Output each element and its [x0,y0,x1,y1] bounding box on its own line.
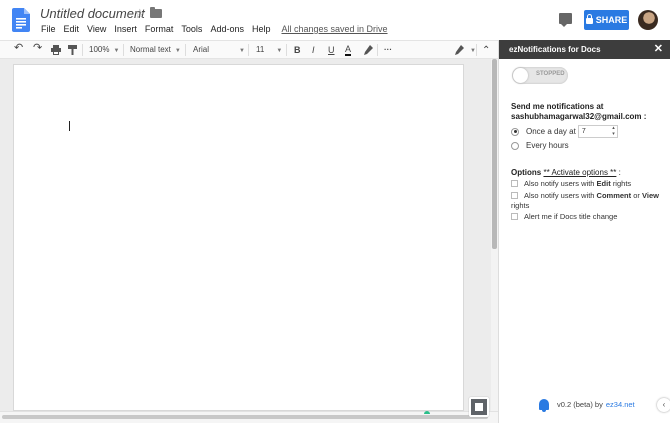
chevron-down-icon: ▼ [113,48,120,54]
save-status-link[interactable]: All changes saved in Drive [281,24,387,34]
style-select[interactable]: Normal text ▼ [130,44,181,56]
font-value: Arial [193,45,210,54]
menu-tools[interactable]: Tools [181,24,202,34]
chevron-left-icon[interactable]: ‹ [657,398,670,412]
option-bold-text: Comment [596,191,632,200]
options-label: Options ** Activate options ** : [511,168,621,177]
option-comment-view-rights[interactable]: Also notify users with Comment or View r… [511,191,666,211]
chevron-down-icon: ▼ [174,48,181,54]
document-title[interactable]: Untitled document [40,6,145,21]
folder-icon[interactable] [150,7,162,18]
vertical-scrollbar-thumb[interactable] [492,59,497,249]
option-title-change[interactable]: Alert me if Docs title change [511,212,666,222]
font-select[interactable]: Arial ▼ [193,44,245,56]
toggle-state-label: STOPPED [536,71,565,77]
share-button[interactable]: SHARE [584,10,629,30]
avatar[interactable] [638,10,658,30]
highlight-pen-icon[interactable] [364,45,373,55]
hour-stepper[interactable]: 7 [577,125,618,138]
option-edit-rights[interactable]: Also notify users with Edit rights [511,179,666,189]
menu-file[interactable]: File [41,24,56,34]
explore-icon[interactable] [469,397,489,417]
option-text: rights [511,201,530,210]
menu-addons[interactable]: Add-ons [210,24,244,34]
share-label: SHARE [595,15,628,25]
sidebar-title: ezNotifications for Docs [509,45,601,54]
document-canvas [0,59,491,411]
font-size-select[interactable]: 11 ▼ [256,44,282,56]
option-text: Also notify users with [524,179,595,188]
toggle-knob [513,68,528,83]
status-indicator [424,411,430,414]
toolbar-divider [185,44,186,56]
checkbox-title-change[interactable] [511,213,518,220]
option-text: or [633,191,640,200]
toolbar-divider [123,44,124,56]
notifications-toggle[interactable]: STOPPED [512,67,568,84]
checkbox-edit-rights[interactable] [511,180,518,187]
sidebar-footer: v0.2 (beta) by ez34.net [539,399,635,412]
ez34-link[interactable]: ez34.net [606,400,635,409]
comments-icon[interactable] [559,13,572,27]
print-icon[interactable] [51,45,61,55]
underline-button[interactable]: U [328,44,335,56]
version-label: v0.2 (beta) by [557,400,603,409]
option-text: rights [612,179,632,188]
radio-every-hours[interactable] [511,141,519,150]
redo-icon[interactable]: ↷ [33,42,42,54]
toolbar-divider [82,44,83,56]
paint-format-icon[interactable] [68,45,77,55]
option-text: Also notify users with [524,191,595,200]
font-size-value: 11 [256,45,265,54]
addon-sidebar: ezNotifications for Docs ✕ STOPPED Send … [498,40,670,423]
chevron-down-icon: ▼ [239,48,245,54]
menu-bar: File Edit View Insert Format Tools Add-o… [41,24,396,34]
zoom-value: 100% [89,45,110,54]
activate-options-link[interactable]: ** Activate options ** [543,168,616,177]
option-bold-text: View [642,191,659,200]
menu-view[interactable]: View [87,24,106,34]
chevron-down-icon: ▼ [276,48,283,54]
radio-every-hours-row[interactable]: Every hours [511,141,569,150]
editing-mode-pencil-icon[interactable] [455,45,464,55]
zoom-select[interactable]: 100% ▼ [89,44,119,56]
hour-value: 7 [581,128,586,135]
menu-edit[interactable]: Edit [64,24,80,34]
lock-icon [585,14,593,24]
bold-button[interactable]: B [294,44,301,56]
title-bar: Untitled document ☆ File Edit View Inser… [0,0,670,40]
toolbar-divider [377,44,378,56]
text-cursor [69,121,70,131]
italic-button[interactable]: I [312,44,315,56]
formatting-toolbar: ↶ ↷ 100% ▼ Normal text ▼ Arial ▼ 11 ▼ B I U … [0,40,498,59]
text-color-button[interactable]: A [345,44,352,56]
menu-help[interactable]: Help [252,24,271,34]
radio-every-hours-label: Every hours [526,141,569,150]
option-bold-text: Edit [596,179,611,188]
toolbar-divider [248,44,249,56]
toolbar-divider [476,44,477,56]
bell-icon [539,399,549,412]
docs-logo-icon[interactable] [12,8,30,32]
collapse-toolbar-button[interactable]: ⌃ [482,45,490,57]
menu-format[interactable]: Format [145,24,174,34]
radio-once-a-day-row[interactable]: Once a day at 7 [511,125,618,138]
options-prefix: Options [511,168,542,177]
document-page[interactable] [13,64,464,411]
star-icon[interactable]: ☆ [134,6,146,22]
style-value: Normal text [130,45,171,54]
radio-once-a-day-label: Once a day at [526,127,576,136]
toolbar-divider [286,44,287,56]
sidebar-header: ezNotifications for Docs ✕ [499,40,670,59]
menu-insert[interactable]: Insert [114,24,137,34]
close-icon[interactable]: ✕ [654,40,663,59]
undo-icon[interactable]: ↶ [14,42,23,54]
send-notifications-label: Send me notifications at sashubhamagarwa… [511,102,647,121]
horizontal-scrollbar-thumb[interactable] [2,415,488,419]
radio-once-a-day[interactable] [511,127,519,136]
checkbox-comment-view-rights[interactable] [511,192,518,199]
options-suffix: : [618,168,621,177]
more-options-button[interactable]: ··· [384,44,392,56]
option-text: Alert me if Docs title change [524,212,618,221]
